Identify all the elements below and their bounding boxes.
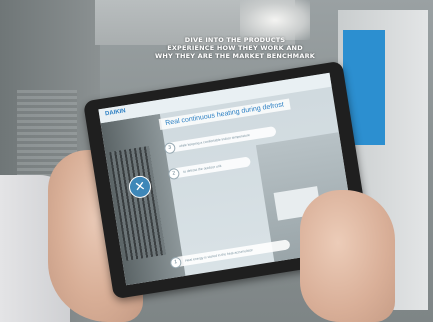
step-number: 3 bbox=[163, 141, 177, 155]
step-number: 2 bbox=[167, 167, 181, 180]
ceiling-light bbox=[240, 0, 310, 40]
ar-unit-grill bbox=[109, 145, 166, 261]
step-text: Heat energy is stored in the heat accumu… bbox=[184, 248, 253, 263]
right-hand bbox=[300, 190, 395, 322]
headline-line-3: WHY THEY ARE THE MARKET BENCHMARK bbox=[154, 52, 316, 60]
step-text: to defrost the outdoor unit bbox=[182, 163, 222, 174]
step-text: while keeping a comfortable indoor tempe… bbox=[178, 133, 251, 149]
daikin-logo: DAIKIN bbox=[104, 108, 127, 118]
photo: DIVE INTO THE PRODUCTS EXPERIENCE HOW TH… bbox=[0, 0, 433, 322]
overlay-headline: DIVE INTO THE PRODUCTS EXPERIENCE HOW TH… bbox=[150, 36, 320, 60]
headline-line-1: DIVE INTO THE PRODUCTS bbox=[184, 36, 286, 44]
step-item[interactable]: 2 to defrost the outdoor unit bbox=[167, 156, 252, 180]
close-icon: ✕ bbox=[133, 178, 147, 196]
headline-line-2: EXPERIENCE HOW THEY WORK AND bbox=[167, 44, 303, 52]
